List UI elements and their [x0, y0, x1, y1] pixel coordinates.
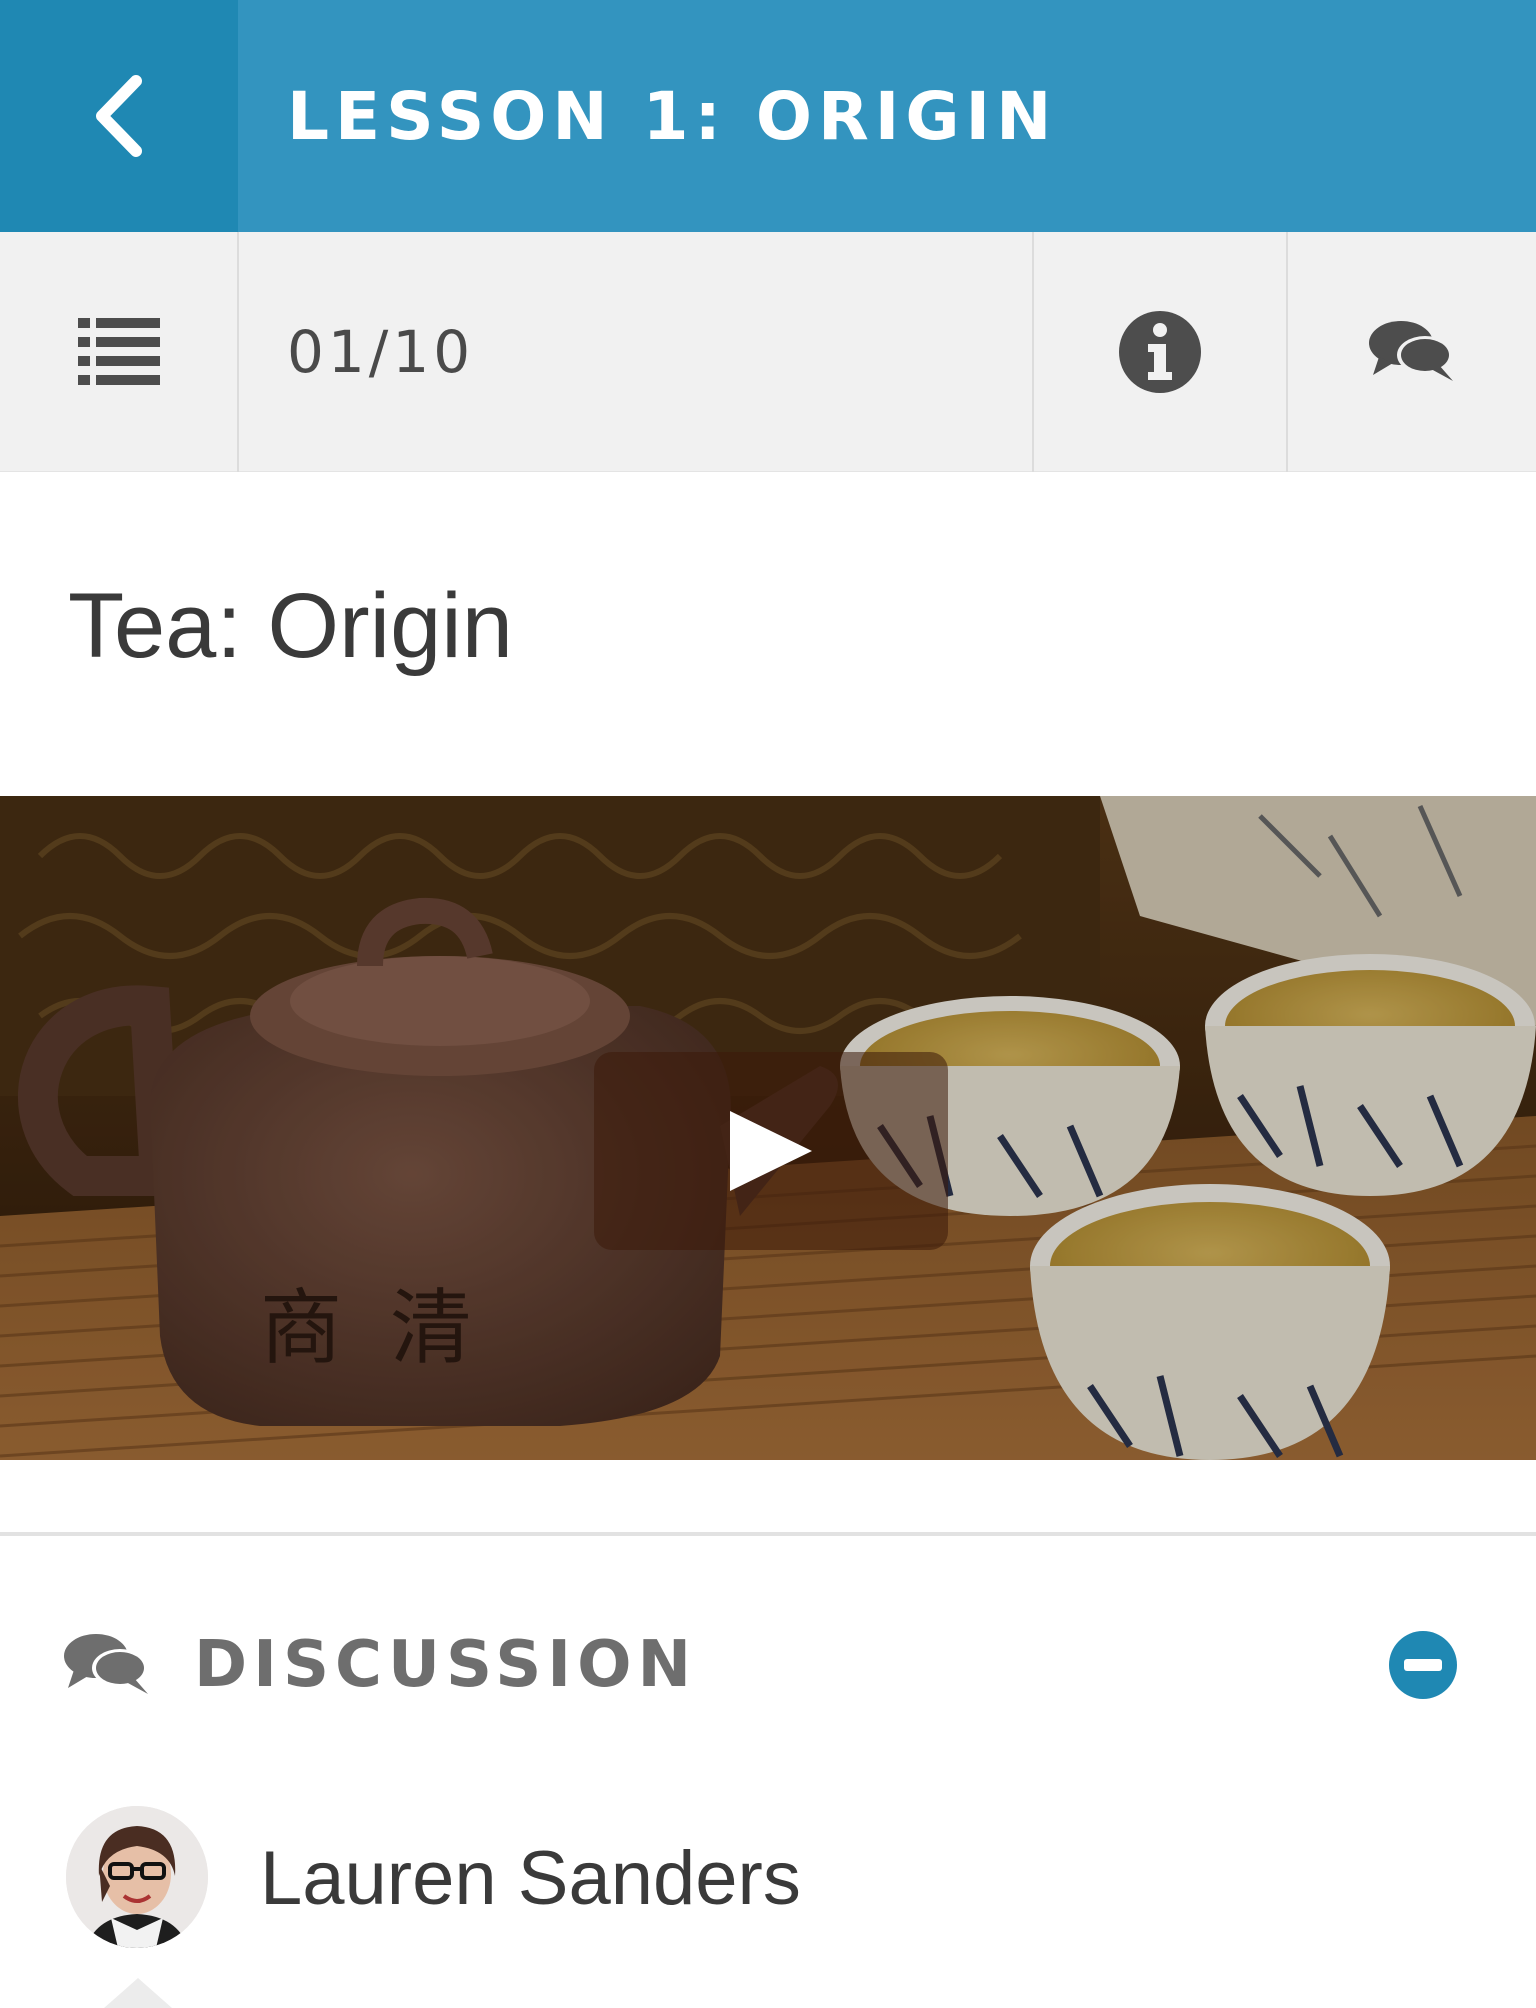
discussion-title: DISCUSSION — [194, 1628, 698, 1702]
comment-item: Lauren Sanders — [0, 1798, 1536, 2008]
list-icon — [77, 318, 160, 385]
comments-button[interactable] — [1288, 232, 1536, 472]
chevron-left-icon — [96, 75, 142, 157]
minus-circle-icon[interactable] — [1388, 1630, 1458, 1700]
play-button[interactable] — [594, 1052, 948, 1250]
avatar[interactable] — [66, 1806, 208, 1948]
lesson-toolbar: 01/10 — [0, 232, 1536, 472]
video-player[interactable]: 商 清 — [0, 796, 1536, 1460]
comments-icon — [64, 1634, 148, 1694]
play-icon — [730, 1111, 812, 1191]
page-title: LESSON 1: ORIGIN — [287, 77, 1058, 155]
section-divider — [0, 1532, 1536, 1536]
discussion-header: DISCUSSION — [0, 1600, 1536, 1730]
lesson-list-button[interactable] — [0, 232, 239, 472]
back-button[interactable] — [0, 0, 238, 232]
top-bar: LESSON 1: ORIGIN — [0, 0, 1536, 232]
lesson-heading: Tea: Origin — [68, 575, 513, 677]
lesson-counter: 01/10 — [239, 232, 1034, 472]
info-button[interactable] — [1034, 232, 1288, 472]
comments-icon — [1369, 321, 1453, 381]
info-icon — [1119, 311, 1201, 393]
comment-bubble-tip — [104, 1978, 172, 2008]
comment-author[interactable]: Lauren Sanders — [260, 1798, 801, 1958]
